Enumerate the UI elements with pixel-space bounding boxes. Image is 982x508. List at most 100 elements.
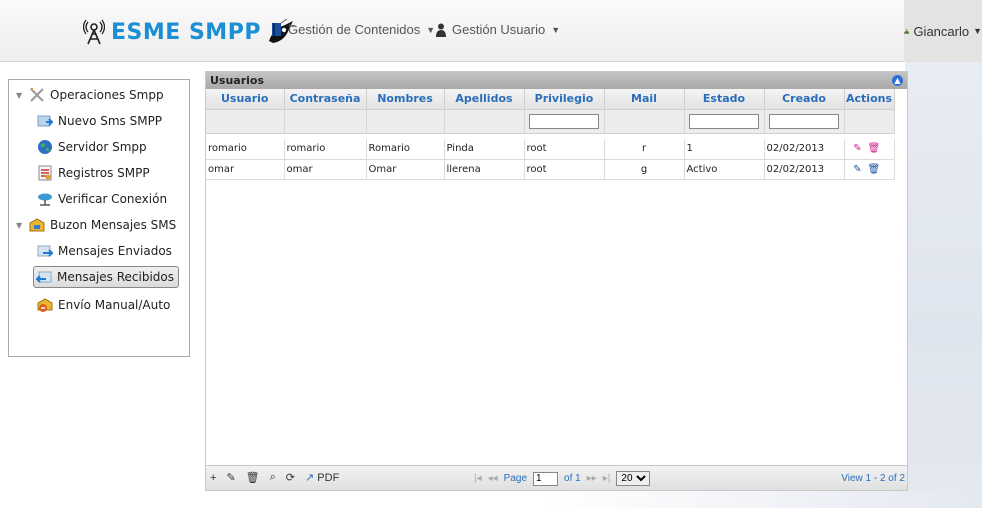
estado-filter-input[interactable] xyxy=(689,113,759,129)
grid-title: Usuarios xyxy=(210,74,265,87)
brand-logo[interactable]: ESME SMPP xyxy=(83,16,295,48)
backdrop-right xyxy=(905,62,982,508)
cell-actions: ✎ 🗑 xyxy=(844,139,895,160)
filter-cell xyxy=(524,109,605,134)
edit-icon[interactable]: ✎ xyxy=(853,143,863,154)
cell-nombres: Omar xyxy=(366,159,445,180)
menu-gestion-contenidos[interactable]: Gestión de Contenidos ▼ xyxy=(272,22,435,37)
search-icon[interactable]: ⌕ xyxy=(270,471,276,484)
cell-creado: 02/02/2013 xyxy=(764,139,845,160)
add-icon[interactable]: + xyxy=(210,472,216,484)
user-menu[interactable]: Giancarlo ▼ xyxy=(904,0,982,62)
menu-gestion-usuario-label: Gestión Usuario xyxy=(452,22,546,37)
filter-cell xyxy=(284,109,367,134)
sidebar-item-label: Mensajes Enviados xyxy=(58,244,172,258)
delete-icon[interactable]: 🗑 xyxy=(246,471,260,484)
new-sms-icon xyxy=(37,115,53,127)
sidebar-tree: ▼ Operaciones Smpp Nuevo Sms SMPP Servid… xyxy=(8,79,190,357)
grid-pager: + ✎ 🗑 ⌕ ⟳ ↗ PDF |◂ ◂◂ Page of 1 ▸▸ ▸| 20… xyxy=(206,465,907,490)
cell-actions: ✎ 🗑 xyxy=(844,159,895,180)
sidebar-item-servidor-smpp[interactable]: Servidor Smpp xyxy=(37,136,147,158)
received-icon xyxy=(36,271,52,283)
cell-contrasena: romario xyxy=(284,139,367,160)
cell-apellidos: Pinda xyxy=(444,139,525,160)
tree-node-buzon-mensajes[interactable]: ▼ Buzon Mensajes SMS xyxy=(16,214,176,236)
rows-per-page-select[interactable]: 20 xyxy=(616,471,651,486)
column-header-row: Usuario Contraseña Nombres Apellidos Pri… xyxy=(206,89,895,110)
sidebar-item-nuevo-sms[interactable]: Nuevo Sms SMPP xyxy=(37,110,162,132)
column-header-mail[interactable]: Mail xyxy=(604,89,685,110)
sidebar-item-label: Nuevo Sms SMPP xyxy=(58,114,163,128)
filter-cell xyxy=(764,109,845,134)
table-row[interactable]: romario romario Romario Pinda root r 1 0… xyxy=(206,139,895,160)
cell-nombres: Romario xyxy=(366,139,445,160)
cell-privilegio: root xyxy=(524,159,605,180)
creado-filter-input[interactable] xyxy=(769,113,839,129)
column-header-creado[interactable]: Creado xyxy=(764,89,845,110)
chevron-down-icon: ▼ xyxy=(973,26,982,36)
sidebar-item-registros-smpp[interactable]: Registros SMPP xyxy=(37,162,150,184)
antenna-icon xyxy=(83,19,105,45)
cell-estado: 1 xyxy=(684,139,765,160)
first-page-icon[interactable]: |◂ xyxy=(474,473,482,484)
pdf-export-button[interactable]: ↗ PDF xyxy=(305,471,339,484)
sidebar-item-mensajes-enviados[interactable]: Mensajes Enviados xyxy=(37,240,172,262)
last-page-icon[interactable]: ▸| xyxy=(603,473,611,484)
auto-send-icon xyxy=(37,298,53,312)
filter-cell xyxy=(444,109,525,134)
network-icon xyxy=(38,193,52,206)
book-icon xyxy=(272,23,281,36)
tools-icon xyxy=(30,88,44,102)
pdf-label: PDF xyxy=(317,472,340,484)
sidebar-item-verificar-conexion[interactable]: Verificar Conexión xyxy=(37,188,167,210)
cell-estado: Activo xyxy=(684,159,765,180)
user-icon xyxy=(436,23,446,37)
menu-gestion-usuario[interactable]: Gestión Usuario ▼ xyxy=(436,22,560,37)
sidebar-item-label: Operaciones Smpp xyxy=(50,88,164,102)
edit-icon[interactable]: ✎ xyxy=(853,164,863,175)
table-row[interactable]: omar omar Omar llerena root g Activo 02/… xyxy=(206,159,895,180)
cell-usuario: omar xyxy=(206,159,285,180)
column-header-apellidos[interactable]: Apellidos xyxy=(444,89,525,110)
expand-arrow-icon[interactable]: ▼ xyxy=(16,91,24,100)
mailbox-icon xyxy=(29,218,45,232)
sidebar-item-label: Mensajes Recibidos xyxy=(57,270,175,284)
delete-icon[interactable]: 🗑 xyxy=(868,143,881,154)
column-header-estado[interactable]: Estado xyxy=(684,89,765,110)
sidebar-item-label: Verificar Conexión xyxy=(58,192,168,206)
privilegio-filter-input[interactable] xyxy=(529,113,599,129)
cell-mail: g xyxy=(604,159,685,180)
sidebar-item-label: Buzon Mensajes SMS xyxy=(50,218,177,232)
prev-page-icon[interactable]: ◂◂ xyxy=(488,473,498,484)
column-header-nombres[interactable]: Nombres xyxy=(366,89,445,110)
sidebar-item-mensajes-recibidos[interactable]: Mensajes Recibidos xyxy=(33,266,180,288)
delete-icon[interactable]: 🗑 xyxy=(868,164,881,175)
usuarios-grid: Usuarios ▲ Usuario Contraseña Nombres Ap… xyxy=(205,71,908,491)
column-header-contrasena[interactable]: Contraseña xyxy=(284,89,367,110)
chevron-down-icon: ▼ xyxy=(426,24,436,35)
menu-gestion-contenidos-label: Gestión de Contenidos xyxy=(288,22,421,37)
column-header-usuario[interactable]: Usuario xyxy=(206,89,285,110)
refresh-icon[interactable]: ⟳ xyxy=(286,471,295,484)
cell-privilegio: root xyxy=(524,139,605,160)
grid-table: Usuario Contraseña Nombres Apellidos Pri… xyxy=(206,89,895,180)
tree-node-operaciones-smpp[interactable]: ▼ Operaciones Smpp xyxy=(16,84,164,106)
column-header-privilegio[interactable]: Privilegio xyxy=(524,89,605,110)
globe-icon xyxy=(38,140,52,154)
filter-cell xyxy=(366,109,445,134)
filter-cell xyxy=(684,109,765,134)
expand-arrow-icon[interactable]: ▼ xyxy=(16,221,24,230)
page-label: Page xyxy=(503,473,528,484)
edit-icon[interactable]: ✎ xyxy=(226,471,235,484)
page-number-input[interactable] xyxy=(533,471,559,486)
user-avatar-icon xyxy=(904,28,910,34)
next-page-icon[interactable]: ▸▸ xyxy=(587,473,597,484)
page-total-label: of 1 xyxy=(564,473,581,484)
chevron-down-icon: ▼ xyxy=(551,24,561,35)
filter-cell xyxy=(206,109,285,134)
pager-navigation: |◂ ◂◂ Page of 1 ▸▸ ▸| 20 xyxy=(474,471,651,486)
cell-mail: r xyxy=(604,139,685,160)
collapse-icon[interactable]: ▲ xyxy=(892,75,903,86)
sidebar-item-envio-manual-auto[interactable]: Envío Manual/Auto xyxy=(37,294,170,316)
cell-contrasena: omar xyxy=(284,159,367,180)
